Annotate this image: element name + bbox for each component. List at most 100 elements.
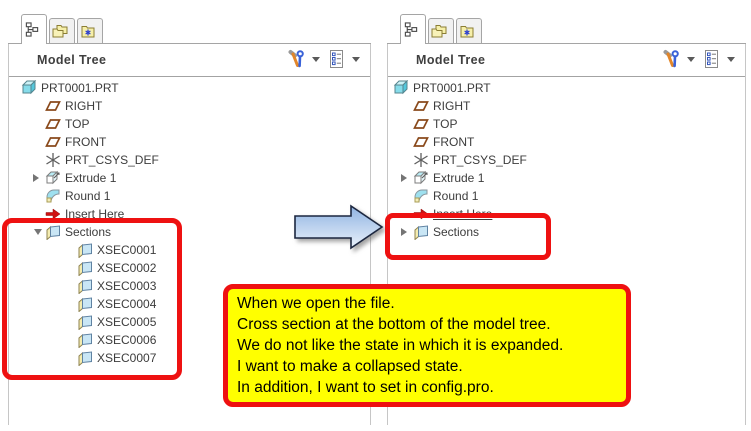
tree-filters-list-icon[interactable] (701, 49, 721, 69)
tree-item-round[interactable]: Round 1 (388, 187, 745, 205)
tree-item-top[interactable]: TOP (9, 115, 370, 133)
tree-item-root[interactable]: PRT0001.PRT (9, 79, 370, 97)
tab-folder-browser[interactable] (49, 18, 75, 43)
extrude-icon (45, 170, 61, 186)
tools-dropdown-caret[interactable] (687, 56, 695, 62)
tree-item-root[interactable]: PRT0001.PRT (388, 79, 745, 97)
tools-dropdown-caret[interactable] (312, 56, 320, 62)
insert-here-arrow-icon (413, 206, 429, 222)
datum-plane-icon (45, 134, 61, 150)
right-triangle-icon (33, 174, 43, 182)
extrude-icon (413, 170, 429, 186)
tree-item-label: FRONT (65, 135, 107, 149)
tree-item-csys[interactable]: PRT_CSYS_DEF (9, 151, 370, 169)
tree-item-top[interactable]: TOP (388, 115, 745, 133)
expander-collapsed[interactable] (31, 174, 45, 182)
tree-item-label: Round 1 (65, 189, 111, 203)
panel-title: Model Tree (416, 53, 486, 67)
tree-item-right[interactable]: RIGHT (388, 97, 745, 115)
datum-plane-icon (45, 116, 61, 132)
right-triangle-icon (401, 174, 411, 182)
note-line: I want to make a collapsed state. (237, 358, 463, 375)
note-line: We do not like the state in which it is … (237, 337, 564, 354)
tree-item-label: XSEC0002 (97, 261, 157, 275)
section-icon (45, 224, 61, 240)
expander-collapsed[interactable] (399, 228, 413, 236)
tools-icon[interactable] (286, 49, 306, 69)
tree-item-xsec[interactable]: XSEC0002 (9, 259, 370, 277)
tree-item-label: PRT0001.PRT (413, 81, 491, 95)
tree-item-label: Round 1 (433, 189, 479, 203)
tree-item-label: PRT_CSYS_DEF (65, 153, 159, 167)
tree-item-csys[interactable]: PRT_CSYS_DEF (388, 151, 745, 169)
tree-item-label: TOP (65, 117, 90, 131)
section-icon (77, 242, 93, 258)
tree-item-label: PRT_CSYS_DEF (433, 153, 527, 167)
tree-item-front[interactable]: FRONT (9, 133, 370, 151)
tree-item-label: Extrude 1 (65, 171, 117, 185)
tree-item-extrude[interactable]: Extrude 1 (388, 169, 745, 187)
tree-item-label: XSEC0005 (97, 315, 157, 329)
annotation-note: When we open the file. Cross section at … (223, 284, 631, 407)
tab-favorites[interactable] (456, 18, 482, 43)
tree-item-insert-here[interactable]: Insert Here (388, 205, 745, 223)
csys-icon (45, 152, 61, 168)
datum-plane-icon (413, 98, 429, 114)
datum-plane-icon (413, 134, 429, 150)
tree-item-label: XSEC0006 (97, 333, 157, 347)
section-icon (77, 260, 93, 276)
tree-item-front[interactable]: FRONT (388, 133, 745, 151)
tree-item-label: Sections (65, 225, 112, 239)
model-tree-tab-icon (24, 22, 40, 37)
favorites-folder-tab-icon (80, 23, 96, 39)
folders-tab-icon (52, 23, 68, 39)
folders-tab-icon (431, 23, 447, 39)
tab-strip (8, 12, 371, 44)
tab-strip (387, 12, 746, 44)
section-icon (77, 278, 93, 294)
expander-expanded[interactable] (31, 225, 45, 239)
section-icon (77, 296, 93, 312)
model-tree-header: Model Tree (388, 44, 745, 77)
favorites-folder-tab-icon (459, 23, 475, 39)
model-tree-tab-icon (403, 22, 419, 37)
insert-here-arrow-icon (45, 206, 61, 222)
round-icon (413, 188, 429, 204)
panel-title: Model Tree (37, 53, 107, 67)
tree-item-label: FRONT (433, 135, 475, 149)
tree-item-extrude[interactable]: Extrude 1 (9, 169, 370, 187)
tree-item-label: TOP (433, 117, 458, 131)
tree-item-label: RIGHT (433, 99, 471, 113)
section-icon (413, 224, 429, 240)
part-cube-icon (21, 80, 37, 96)
filters-dropdown-caret[interactable] (352, 56, 360, 62)
tree-item-label: RIGHT (65, 99, 103, 113)
tree-item-label: XSEC0001 (97, 243, 157, 257)
tree-item-label: Extrude 1 (433, 171, 485, 185)
tools-icon[interactable] (661, 49, 681, 69)
note-line: When we open the file. (237, 295, 395, 312)
part-cube-icon (393, 80, 409, 96)
section-icon (77, 332, 93, 348)
round-icon (45, 188, 61, 204)
datum-plane-icon (413, 116, 429, 132)
tree-item-label: XSEC0004 (97, 297, 157, 311)
tab-folder-browser[interactable] (428, 18, 454, 43)
tree-filters-list-icon[interactable] (326, 49, 346, 69)
tree-item-label: XSEC0007 (97, 351, 157, 365)
transition-arrow (294, 204, 384, 250)
note-line: In addition, I want to set in config.pro… (237, 379, 494, 396)
tree-item-sections[interactable]: Sections (388, 223, 745, 241)
tree-item-label: XSEC0003 (97, 279, 157, 293)
csys-icon (413, 152, 429, 168)
model-tree-header: Model Tree (9, 44, 370, 77)
tree-item-right[interactable]: RIGHT (9, 97, 370, 115)
filters-dropdown-caret[interactable] (727, 56, 735, 62)
expander-collapsed[interactable] (399, 174, 413, 182)
tab-model-tree[interactable] (21, 14, 47, 44)
down-triangle-icon (34, 229, 42, 239)
tree-item-label: Sections (433, 225, 480, 239)
tree-item-label: Insert Here (433, 207, 493, 221)
tab-favorites[interactable] (77, 18, 103, 43)
tab-model-tree[interactable] (400, 14, 426, 44)
